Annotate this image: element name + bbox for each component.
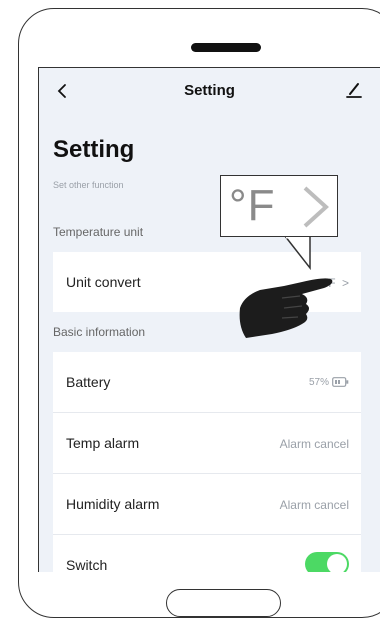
chevron-right-icon: [303, 186, 329, 228]
battery-icon: [332, 377, 349, 387]
switch-toggle[interactable]: [305, 552, 349, 572]
row-label: Humidity alarm: [66, 496, 160, 512]
row-label: Unit convert: [66, 274, 141, 290]
callout-zoom-box: °F: [220, 175, 338, 237]
toggle-knob: [327, 554, 347, 572]
page-subtitle: Set other function: [53, 180, 124, 190]
chevron-right-icon: >: [341, 276, 349, 290]
page-title: Setting: [53, 136, 135, 163]
edit-pen-icon[interactable]: [344, 80, 364, 100]
home-button[interactable]: [166, 589, 281, 617]
section-label-basic: Basic information: [53, 325, 146, 339]
callout-unit-text: °F: [229, 181, 276, 230]
top-navigation-bar: Setting: [39, 68, 380, 116]
section-label-temperature: Temperature unit: [53, 225, 144, 239]
temp-alarm-value: Alarm cancel: [279, 437, 349, 451]
battery-value: 57%: [308, 377, 329, 388]
phone-speaker: [191, 43, 261, 52]
row-battery[interactable]: Battery 57%: [53, 352, 361, 412]
callout-pointer: [284, 235, 311, 271]
humidity-alarm-value: Alarm cancel: [279, 498, 349, 512]
row-label: Switch: [66, 557, 108, 572]
row-label: Battery: [66, 374, 111, 390]
row-switch: Switch: [53, 535, 361, 572]
pointing-hand-icon: [239, 278, 333, 338]
row-label: Temp alarm: [66, 435, 140, 451]
row-humidity-alarm[interactable]: Humidity alarm Alarm cancel: [53, 474, 361, 534]
header-title: Setting: [184, 82, 235, 99]
row-temp-alarm[interactable]: Temp alarm Alarm cancel: [53, 413, 361, 473]
